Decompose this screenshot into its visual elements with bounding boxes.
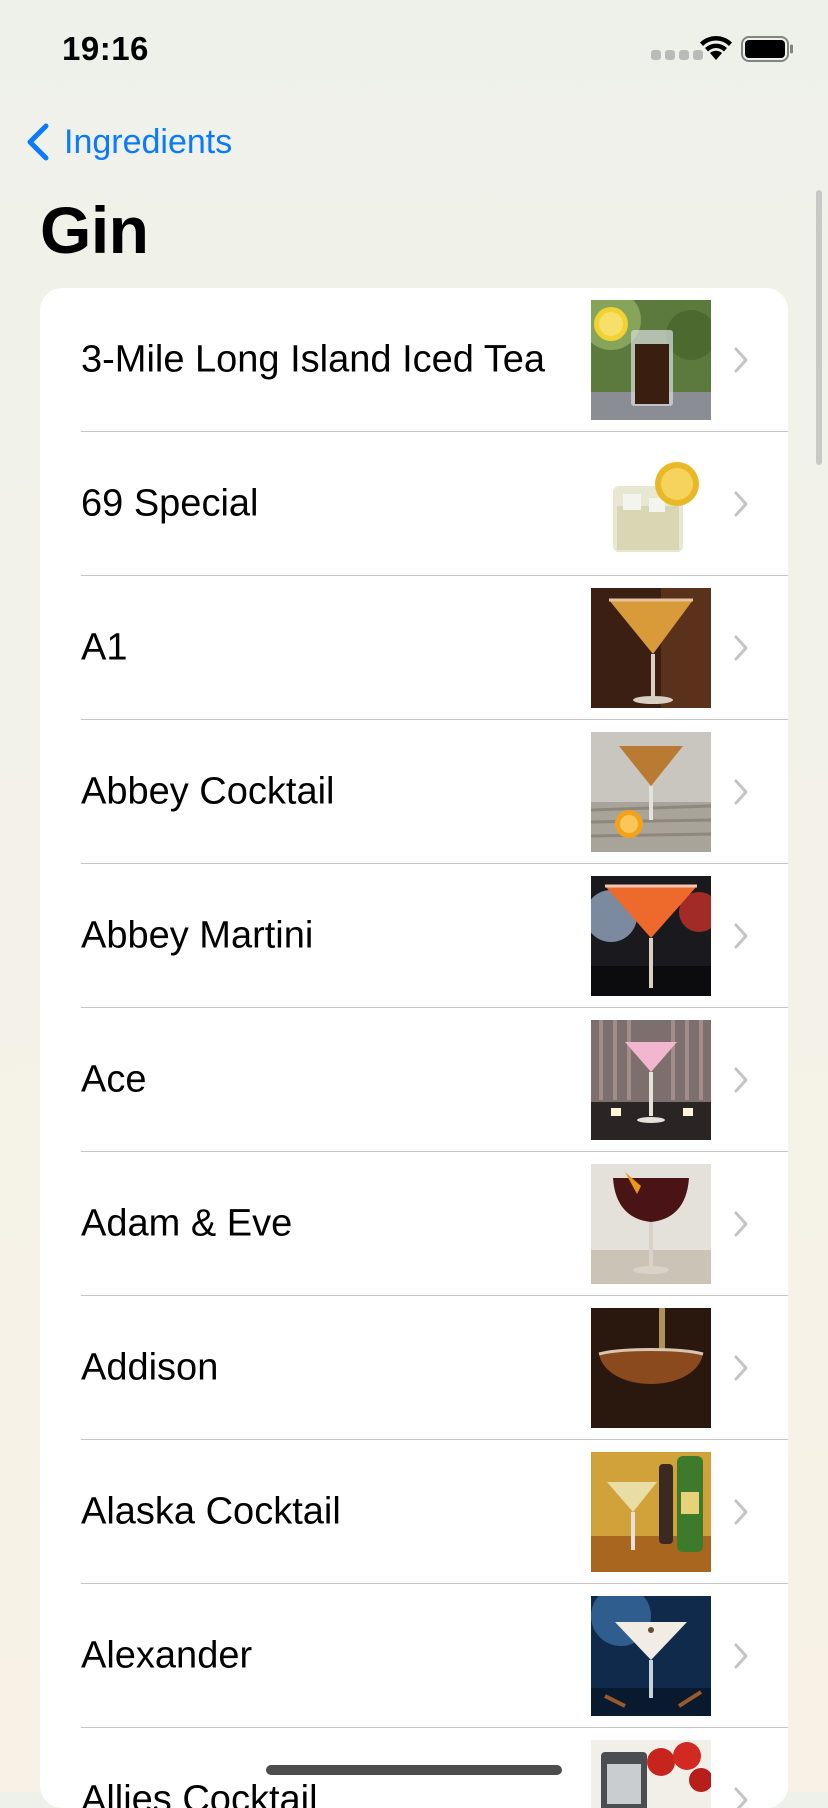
drink-name: 69 Special (81, 483, 258, 526)
drink-name: Adam & Eve (81, 1203, 292, 1246)
drink-name: A1 (81, 627, 127, 670)
drink-name: Alexander (81, 1635, 252, 1678)
drink-photo (591, 876, 711, 996)
drink-photo (591, 1740, 711, 1808)
drink-row[interactable]: Adam & Eve (40, 1152, 788, 1296)
drink-row[interactable]: Abbey Martini (40, 864, 788, 1008)
drink-name: Abbey Cocktail (81, 771, 334, 814)
status-time: 19:16 (62, 30, 149, 68)
drink-photo (591, 1020, 711, 1140)
page-title: Gin (40, 192, 149, 268)
cellular-signal-icon (651, 50, 705, 62)
wifi-icon (698, 34, 734, 62)
chevron-right-icon (732, 777, 750, 807)
drink-row[interactable]: Alaska Cocktail (40, 1440, 788, 1584)
drink-row[interactable]: Alexander (40, 1584, 788, 1728)
battery-icon (741, 36, 795, 62)
drink-photo (591, 1596, 711, 1716)
drink-photo (591, 1308, 711, 1428)
drink-name: 3-Mile Long Island Iced Tea (81, 339, 545, 382)
chevron-left-icon (24, 122, 54, 162)
drink-photo (591, 444, 711, 564)
chevron-right-icon (732, 1209, 750, 1239)
drink-photo (591, 1164, 711, 1284)
drink-row[interactable]: Addison (40, 1296, 788, 1440)
chevron-right-icon (732, 489, 750, 519)
chevron-right-icon (732, 921, 750, 951)
chevron-right-icon (732, 345, 750, 375)
back-button-label: Ingredients (64, 123, 232, 162)
drink-name: Ace (81, 1059, 146, 1102)
drink-row[interactable]: Ace (40, 1008, 788, 1152)
back-button[interactable]: Ingredients (24, 118, 232, 166)
home-indicator[interactable] (266, 1765, 562, 1775)
chevron-right-icon (732, 1065, 750, 1095)
drink-photo (591, 732, 711, 852)
drink-row[interactable]: 3-Mile Long Island Iced Tea (40, 288, 788, 432)
chevron-right-icon (732, 633, 750, 663)
drink-list: 3-Mile Long Island Iced Tea 69 Special A1 A… (40, 288, 788, 1808)
drink-photo (591, 1452, 711, 1572)
drink-row[interactable]: A1 (40, 576, 788, 720)
drink-name: Addison (81, 1347, 218, 1390)
status-bar: 19:16 (0, 0, 828, 100)
drink-photo (591, 588, 711, 708)
scroll-indicator[interactable] (816, 190, 822, 465)
chevron-right-icon (732, 1785, 750, 1808)
drink-row[interactable]: 69 Special (40, 432, 788, 576)
chevron-right-icon (732, 1641, 750, 1671)
chevron-right-icon (732, 1353, 750, 1383)
chevron-right-icon (732, 1497, 750, 1527)
drink-row[interactable]: Abbey Cocktail (40, 720, 788, 864)
drink-photo (591, 300, 711, 420)
drink-name: Abbey Martini (81, 915, 313, 958)
drink-name: Allies Cocktail (81, 1779, 318, 1808)
drink-name: Alaska Cocktail (81, 1491, 341, 1534)
